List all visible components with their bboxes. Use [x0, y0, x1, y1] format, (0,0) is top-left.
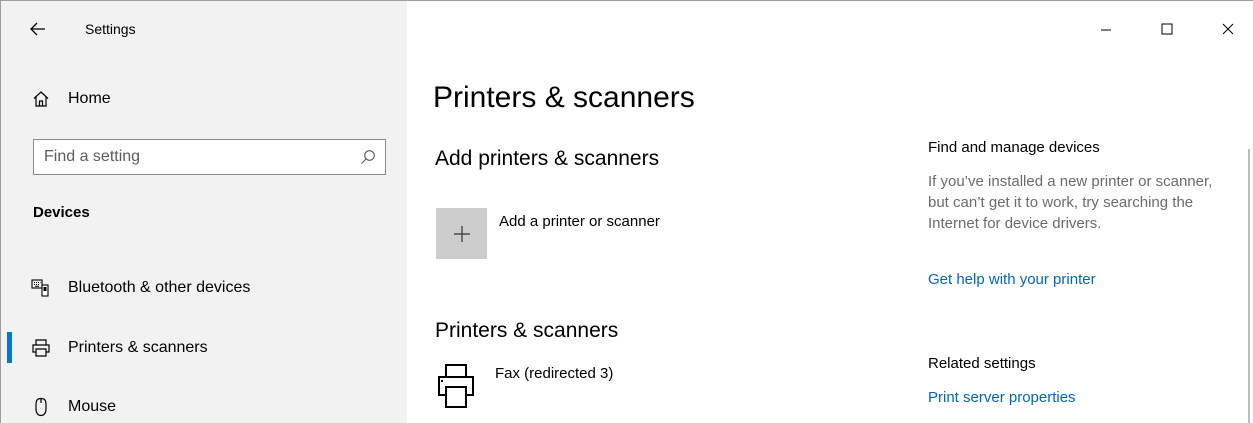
close-icon: [1222, 23, 1234, 35]
related-settings-heading: Related settings: [928, 355, 1036, 372]
sidebar-item-label: Home: [68, 90, 111, 107]
find-devices-panel: Find and manage devices: [928, 139, 1218, 156]
sidebar-item-mouse[interactable]: Mouse: [1, 387, 407, 423]
app-title: Settings: [85, 21, 136, 37]
maximize-button[interactable]: [1144, 1, 1190, 57]
sidebar-item-printers[interactable]: Printers & scanners: [1, 328, 407, 368]
sidebar: Settings Home Devices Bluetooth & othe: [1, 1, 407, 423]
find-devices-heading: Find and manage devices: [928, 139, 1100, 156]
printer-icon[interactable]: [437, 363, 475, 409]
minimize-icon: [1101, 29, 1111, 31]
page-title: Printers & scanners: [433, 81, 695, 114]
print-server-link-wrap: Print server properties: [928, 389, 1218, 407]
printers-list-heading: Printers & scanners: [435, 319, 619, 342]
close-button[interactable]: [1205, 1, 1251, 57]
mouse-icon: [35, 397, 47, 417]
add-printer-label[interactable]: Add a printer or scanner: [499, 213, 660, 230]
add-printers-heading: Add printers & scanners: [435, 147, 660, 170]
bluetooth-devices-icon: [31, 279, 49, 297]
add-printer-button[interactable]: [436, 208, 487, 259]
sidebar-item-label: Printers & scanners: [68, 339, 208, 356]
sidebar-item-label: Bluetooth & other devices: [68, 279, 251, 296]
back-arrow-icon: [30, 22, 45, 36]
find-devices-description: If you’ve installed a new printer or sca…: [928, 173, 1213, 232]
search-icon[interactable]: [360, 149, 376, 165]
sidebar-item-bluetooth[interactable]: Bluetooth & other devices: [1, 268, 407, 308]
search-box[interactable]: [33, 139, 386, 175]
help-printer-link[interactable]: Get help with your printer: [928, 271, 1096, 288]
maximize-icon: [1161, 23, 1173, 35]
minimize-button[interactable]: [1083, 1, 1129, 57]
sidebar-item-home[interactable]: Home: [1, 79, 407, 119]
sidebar-item-label: Mouse: [68, 398, 117, 415]
scrollbar[interactable]: [1248, 149, 1250, 423]
help-link-wrap: Get help with your printer: [928, 271, 1218, 289]
print-server-properties-link[interactable]: Print server properties: [928, 389, 1076, 406]
title-bar: Settings: [1, 1, 407, 57]
back-button[interactable]: [23, 15, 53, 43]
related-settings-wrap: Related settings: [928, 355, 1218, 372]
plus-icon: [453, 225, 470, 242]
find-devices-description-wrap: If you’ve installed a new printer or sca…: [928, 171, 1213, 234]
printer-item-fax[interactable]: Fax (redirected 3): [495, 365, 613, 382]
active-indicator: [7, 332, 12, 363]
settings-window: Settings Home Devices Bluetooth & othe: [0, 0, 1253, 423]
section-heading-devices: Devices: [33, 204, 90, 221]
printer-icon: [32, 339, 50, 357]
search-input[interactable]: [34, 140, 354, 174]
home-icon: [33, 91, 49, 107]
